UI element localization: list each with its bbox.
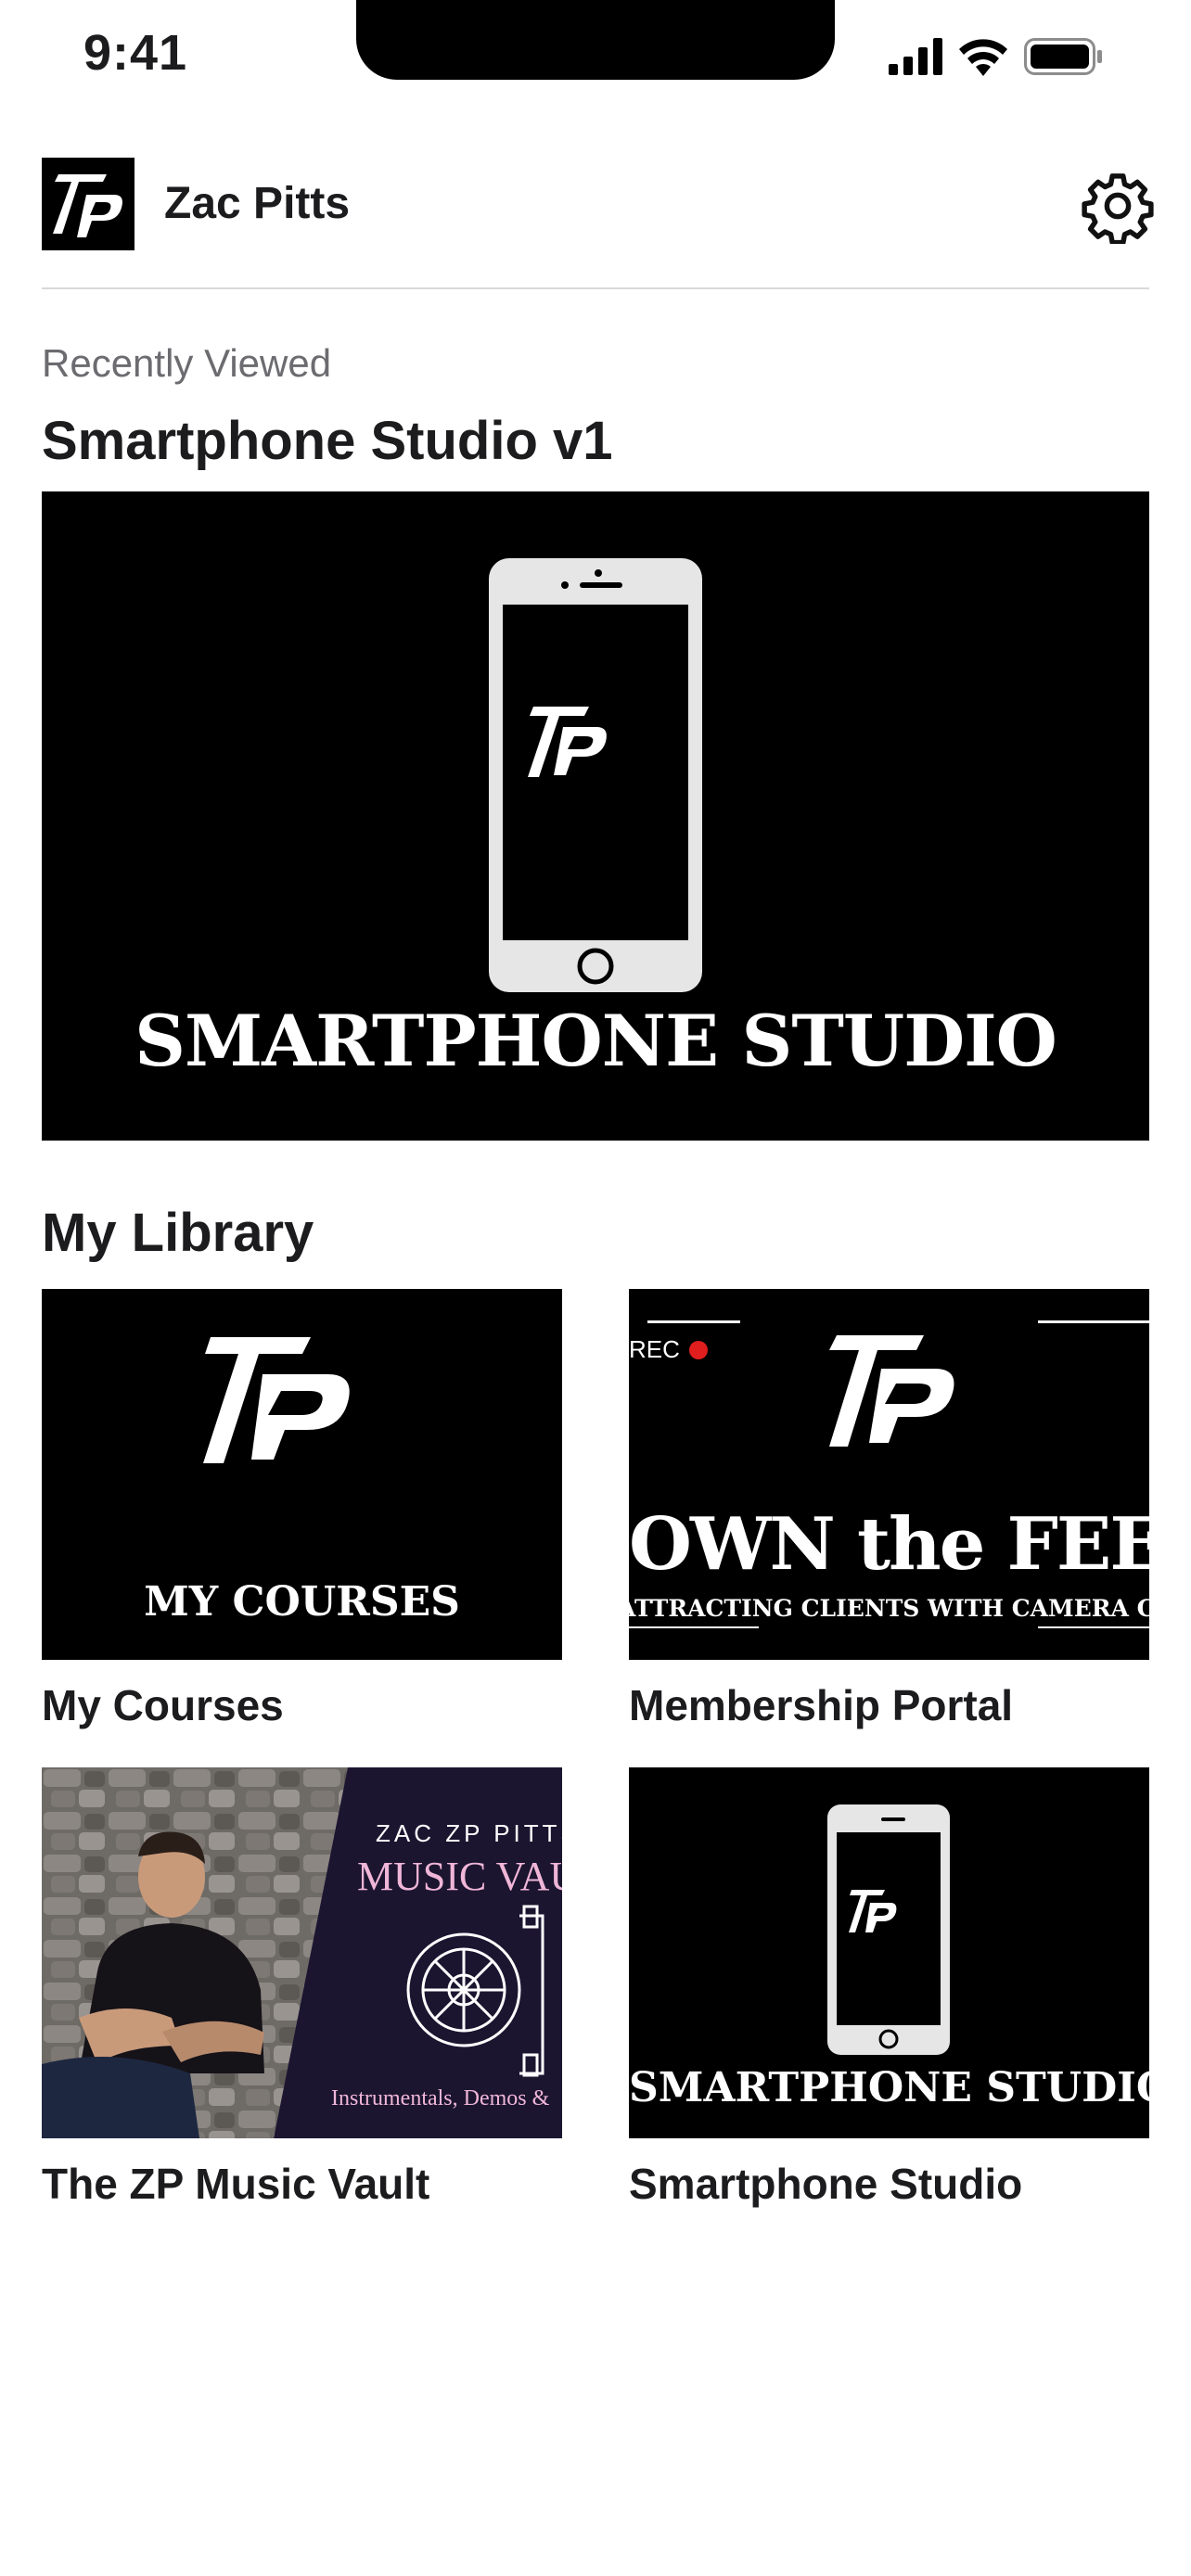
- library-item-membership-portal[interactable]: REC OWN the FEED ATTRACTING CLIENTS WITH…: [629, 1289, 1149, 1730]
- recent-course-card[interactable]: SMARTPHONE STUDIO: [42, 491, 1149, 1141]
- header-divider: [42, 287, 1149, 289]
- smartphone-studio-thumbnail: SMARTPHONE STUDIO: [629, 1767, 1149, 2138]
- user-name: Zac Pitts: [164, 179, 351, 228]
- library-item-label: Membership Portal: [629, 1681, 1014, 1729]
- status-icons: [889, 35, 1102, 78]
- battery-icon: [1024, 38, 1102, 75]
- settings-button[interactable]: [1077, 165, 1159, 247]
- status-bar: 9:41: [0, 0, 1191, 130]
- signal-icon: [889, 38, 942, 75]
- music-vault-subtitle: Instrumentals, Demos &: [331, 2086, 550, 2111]
- library-item-label: My Courses: [42, 1681, 284, 1729]
- recent-course-title[interactable]: Smartphone Studio v1: [42, 410, 613, 472]
- zp-logo-icon: [53, 174, 122, 237]
- music-vault-thumbnail: ZAC ZP PITTS MUSIC VAULT Instrumentals, …: [42, 1767, 562, 2138]
- my-courses-thumb-text: MY COURSES: [144, 1578, 460, 1626]
- device-notch: [356, 0, 835, 80]
- feed-underline-right: [1038, 1626, 1149, 1628]
- library-item-label: The ZP Music Vault: [42, 2160, 430, 2208]
- my-courses-thumbnail: MY COURSES: [42, 1289, 562, 1660]
- zp-logo[interactable]: [42, 158, 134, 250]
- library-item-my-courses[interactable]: MY COURSES My Courses: [42, 1289, 562, 1730]
- recently-viewed-label: Recently Viewed: [42, 341, 332, 385]
- music-vault-title: MUSIC VAULT: [357, 1854, 562, 1899]
- own-the-feed-subtitle: ATTRACTING CLIENTS WITH CAMERA CONFIDENC…: [629, 1595, 1149, 1622]
- status-time: 9:41: [83, 25, 188, 81]
- own-the-feed-title: OWN the FEED: [629, 1502, 1149, 1587]
- vault-door-icon: [406, 1905, 544, 2077]
- music-vault-brand: ZAC ZP PITTS: [376, 1819, 562, 1847]
- gear-icon: [1082, 173, 1154, 244]
- profile-header: Zac Pitts: [42, 158, 1154, 252]
- library-item-music-vault[interactable]: ZAC ZP PITTS MUSIC VAULT Instrumentals, …: [42, 1767, 562, 2209]
- my-library-heading: My Library: [42, 1203, 314, 1263]
- smartphone-studio-thumb-text: SMARTPHONE STUDIO: [629, 2064, 1149, 2111]
- library-item-label: Smartphone Studio: [629, 2160, 1023, 2208]
- membership-portal-thumbnail: REC OWN the FEED ATTRACTING CLIENTS WITH…: [629, 1289, 1149, 1660]
- wifi-icon: [959, 39, 1007, 76]
- feed-underline-left: [629, 1626, 759, 1628]
- library-item-smartphone-studio[interactable]: SMARTPHONE STUDIO Smartphone Studio: [629, 1767, 1149, 2209]
- recent-banner-text: SMARTPHONE STUDIO: [134, 1000, 1057, 1082]
